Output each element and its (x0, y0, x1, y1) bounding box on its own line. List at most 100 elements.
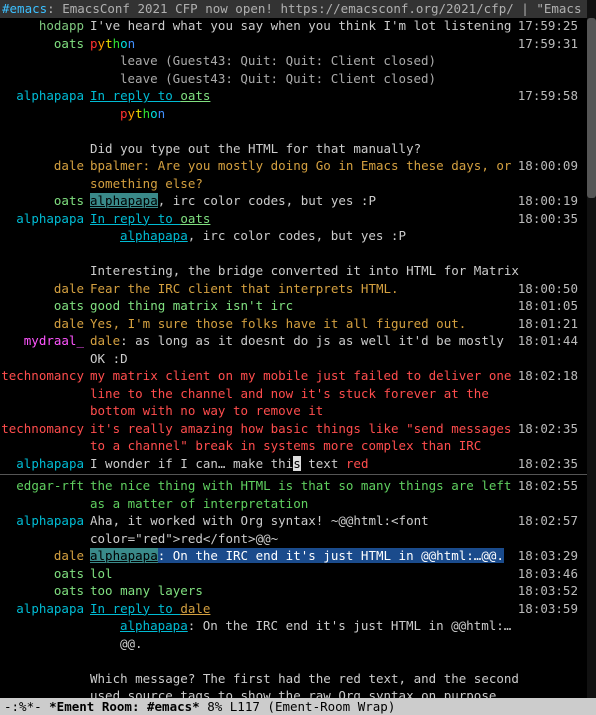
scrollbar[interactable] (587, 0, 596, 715)
nick: dale (0, 315, 90, 333)
message-row: oatsalphapapa, irc color codes, but yes … (0, 192, 587, 210)
nick: oats (0, 565, 90, 583)
message-separator (0, 474, 587, 475)
message-row: alphapapaIn reply to oats17:59:58 (0, 87, 587, 105)
message-row: dalebpalmer: Are you mostly doing Go in … (0, 157, 587, 192)
message-body: it's really amazing how basic things lik… (90, 420, 587, 455)
nick: alphapapa (0, 87, 90, 105)
message-body: my matrix client on my mobile just faile… (90, 367, 587, 420)
message-body: alphapapa: On the IRC end it's just HTML… (90, 617, 587, 652)
message-row: python (0, 105, 587, 123)
message-row: oatslol18:03:46 (0, 565, 587, 583)
nick: mydraal_ (0, 332, 90, 350)
timestamp: 17:59:58 (516, 87, 578, 105)
message-body: python (90, 105, 587, 123)
timestamp: 18:02:55 (516, 477, 578, 495)
message-body: dale: as long as it doesnt do js as well… (90, 332, 587, 367)
message-row: leave (Guest43: Quit: Quit: Client close… (0, 70, 587, 88)
message-row: oatstoo many layers18:03:52 (0, 582, 587, 600)
emacs-frame: { "title": {"channel":"#emacs", "sep":":… (0, 0, 596, 715)
message-body: Did you type out the HTML for that manua… (90, 140, 587, 158)
message-body: In reply to oats (90, 210, 587, 228)
timestamp: 18:00:35 (516, 210, 578, 228)
message-body: I've heard what you say when you think I… (90, 17, 587, 35)
message-row: edgar-rftthe nice thing with HTML is tha… (0, 477, 587, 512)
timestamp: 17:59:31 (516, 35, 578, 53)
timestamp: 18:01:44 (516, 332, 578, 350)
nick: technomancy (0, 367, 90, 385)
line-number: L117 (230, 699, 260, 714)
major-mode: (Ement-Room Wrap) (260, 699, 395, 714)
nick: alphapapa (0, 210, 90, 228)
message-body: Fear the IRC client that interprets HTML… (90, 280, 587, 298)
channel-name: #emacs (2, 1, 47, 16)
message-body: Which message? The first had the red tex… (90, 670, 587, 699)
message-row: alphapapa, irc color codes, but yes :P (0, 227, 587, 245)
timestamp: 18:01:21 (516, 315, 578, 333)
nick: hodapp (0, 17, 90, 35)
message-row: Interesting, the bridge converted it int… (0, 262, 587, 280)
message-row: dalealphapapa: On the IRC end it's just … (0, 547, 587, 565)
scrollbar-thumb[interactable] (587, 18, 596, 198)
nick: dale (0, 157, 90, 175)
message-body: alphapapa, irc color codes, but yes :P (90, 227, 587, 245)
timestamp: 18:02:18 (516, 367, 578, 385)
message-row: alphapapaI wonder if I can… make this te… (0, 455, 587, 473)
nick: technomancy (0, 420, 90, 438)
message-row: oatspython 17:59:31 (0, 35, 587, 53)
message-body: leave (Guest43: Quit: Quit: Client close… (90, 52, 587, 70)
nick: oats (0, 192, 90, 210)
nick: oats (0, 297, 90, 315)
message-row: alphapapaAha, it worked with Org syntax!… (0, 512, 587, 547)
timestamp: 18:03:46 (516, 565, 578, 583)
message-row: alphapapa: On the IRC end it's just HTML… (0, 617, 587, 652)
timestamp: 18:03:29 (516, 547, 578, 565)
window-title: #emacs: EmacsConf 2021 CFP now open! htt… (0, 0, 596, 18)
message-row: alphapapaIn reply to oats18:00:35 (0, 210, 587, 228)
nick: oats (0, 35, 90, 53)
timestamp: 18:02:57 (516, 512, 578, 530)
nick: alphapapa (0, 512, 90, 530)
rainbow-text: python (90, 36, 135, 51)
timestamp: 17:59:25 (516, 17, 578, 35)
channel-topic: EmacsConf 2021 CFP now open! https://ema… (62, 1, 596, 16)
nick: dale (0, 280, 90, 298)
timestamp: 18:01:05 (516, 297, 578, 315)
timestamp: 18:02:35 (516, 420, 578, 438)
timestamp: 18:03:52 (516, 582, 578, 600)
nick: alphapapa (0, 600, 90, 618)
message-body: too many layers (90, 582, 587, 600)
message-row: technomancymy matrix client on my mobile… (0, 367, 587, 420)
message-body: good thing matrix isn't irc (90, 297, 587, 315)
message-row: Did you type out the HTML for that manua… (0, 140, 587, 158)
timestamp: 18:00:09 (516, 157, 578, 175)
message-row: technomancyit's really amazing how basic… (0, 420, 587, 455)
message-row: alphapapaIn reply to dale18:03:59 (0, 600, 587, 618)
rainbow-text: python (120, 106, 165, 121)
modeline: -:%*- *Ement Room: #emacs* 8% L117 (Emen… (0, 698, 596, 715)
message-body: In reply to oats (90, 87, 587, 105)
message-body: Yes, I'm sure those folks have it all fi… (90, 315, 587, 333)
nick: oats (0, 582, 90, 600)
buffer-name: *Ement Room: #emacs* (49, 699, 200, 714)
timestamp: 18:00:19 (516, 192, 578, 210)
message-body: leave (Guest43: Quit: Quit: Client close… (90, 70, 587, 88)
message-row: Which message? The first had the red tex… (0, 670, 587, 699)
nick: dale (0, 547, 90, 565)
message-row: mydraal_dale: as long as it doesnt do js… (0, 332, 587, 367)
message-row: daleFear the IRC client that interprets … (0, 280, 587, 298)
nick: alphapapa (0, 455, 90, 473)
message-body: python (90, 35, 587, 53)
message-body: the nice thing with HTML is that so many… (90, 477, 587, 512)
message-body: lol (90, 565, 587, 583)
timestamp: 18:00:50 (516, 280, 578, 298)
message-body: Aha, it worked with Org syntax! ~@@html:… (90, 512, 587, 547)
nick: edgar-rft (0, 477, 90, 495)
message-body: alphapapa, irc color codes, but yes :P (90, 192, 587, 210)
message-body: alphapapa: On the IRC end it's just HTML… (90, 547, 587, 565)
message-row: oatsgood thing matrix isn't irc18:01:05 (0, 297, 587, 315)
message-row: hodappI've heard what you say when you t… (0, 17, 587, 35)
timestamp: 18:03:59 (516, 600, 578, 618)
message-log[interactable]: hodappI've heard what you say when you t… (0, 17, 587, 698)
message-body: Interesting, the bridge converted it int… (90, 262, 587, 280)
